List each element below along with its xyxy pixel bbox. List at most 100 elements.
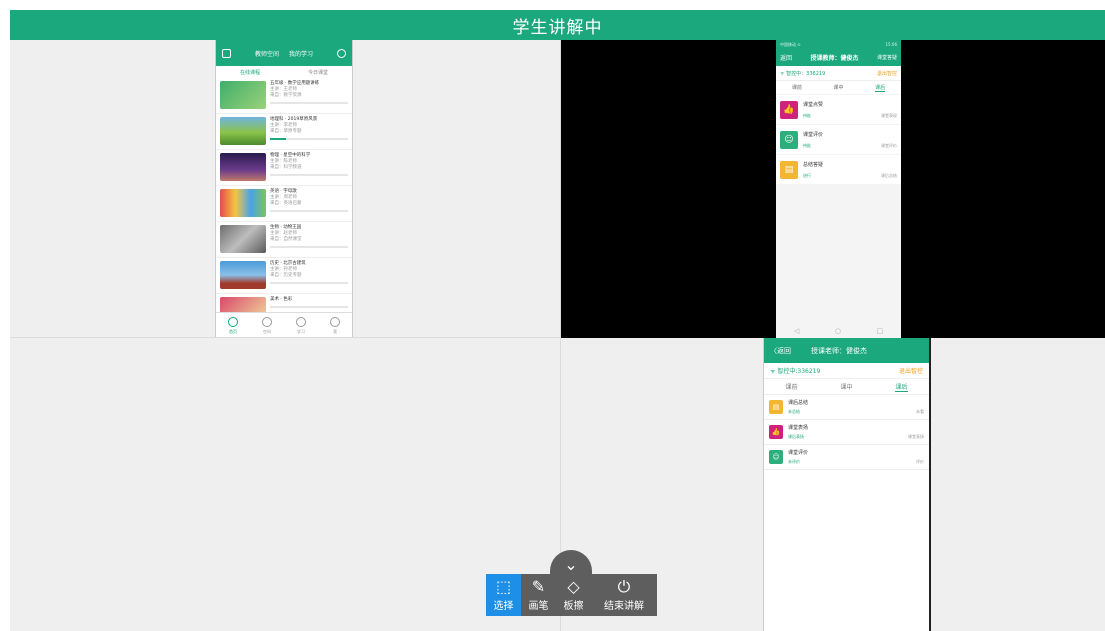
course-source: 来自：历史专题: [270, 273, 302, 278]
course-source: 来自：草原专题: [270, 129, 302, 134]
tool-label: 板擦: [563, 601, 584, 612]
activity-list: 👍 课堂点赞待批 课堂表现 ☺ 课堂评价 待批 课堂评价 ▤ 总结答疑 进行 课后总结: [776, 95, 901, 184]
course-thumbnail: [220, 153, 266, 181]
phone1-bottom-nav: 首页 空间 学习 我: [216, 312, 352, 337]
list-item[interactable]: 地理科 · 2019草原风景 主讲：李老师 来自：草原专题: [216, 114, 352, 150]
back-button[interactable]: 返回: [780, 53, 792, 62]
android-nav: ◁ ○ □: [776, 324, 901, 338]
subtab-today-class[interactable]: 今日课堂: [308, 69, 328, 76]
activity-name: 课堂评价: [788, 450, 809, 456]
tab-before-class[interactable]: 课前: [792, 84, 802, 91]
back-nav-icon[interactable]: ◁: [794, 327, 799, 335]
nav-me[interactable]: 我: [330, 316, 340, 335]
eraser-tool[interactable]: ◇ 板擦: [556, 574, 591, 616]
back-button[interactable]: 〈返回: [770, 346, 791, 356]
phone3-tabs: 课前 课中 课后: [764, 379, 929, 395]
qa-button[interactable]: 课堂答疑: [877, 54, 897, 61]
course-thumbnail: [220, 189, 266, 217]
nav-learn[interactable]: 学习: [296, 316, 306, 335]
status-bar: 中国移动 ⊙ 15:06: [776, 40, 901, 49]
course-progress-bar: [270, 282, 348, 284]
end-explain-icon: ⏻: [617, 577, 631, 596]
eraser-icon: ◇: [567, 577, 580, 596]
exit-control-button[interactable]: 退出智控: [877, 70, 897, 77]
activity-body: 课堂点赞待批 课堂表现: [803, 101, 897, 119]
recent-nav-icon[interactable]: □: [877, 327, 884, 335]
phone-screen-learning: 教师空间 我的学习 在线课程 今日课堂 五年级 · 数学应用题讲练 主讲：王老师来…: [215, 40, 353, 337]
course-progress-bar: [270, 102, 348, 104]
activity-status: 进行: [803, 172, 811, 178]
tool-label: 选择: [493, 601, 514, 612]
activity-status: 待批: [803, 112, 811, 118]
activity-name: 课后总结: [788, 400, 809, 406]
nav-space[interactable]: 空间: [262, 316, 272, 335]
activity-item[interactable]: 👍 课堂点赞待批 课堂表现: [776, 95, 901, 124]
tab-after-class[interactable]: 课后: [875, 84, 886, 92]
student-screen-2[interactable]: 中国移动 ⊙ 15:06 返回 授课教师：健俊杰 课堂答疑 ᯤ 智控中：3362…: [561, 40, 1105, 338]
phone2-tabs: 课前 课中 课后: [776, 80, 901, 94]
list-item[interactable]: 物理 · 星空中的科学 主讲：陈老师 来自：科学频道: [216, 150, 352, 186]
activity-icon: 👍: [780, 100, 798, 119]
book-icon: [296, 316, 306, 327]
activity-item[interactable]: ☺ 课堂评价 待批 课堂评价: [776, 125, 901, 154]
tool-label: 结束讲解: [604, 601, 644, 612]
course-progress-bar: [270, 138, 348, 140]
activity-icon: ☺: [780, 130, 798, 149]
space-icon: [262, 316, 272, 327]
tab-before-class[interactable]: 课前: [785, 382, 797, 391]
activity-status: 待批: [803, 142, 811, 148]
home-nav-icon[interactable]: ○: [835, 327, 841, 335]
scan-icon[interactable]: [222, 48, 231, 58]
activity-body: 课堂评价 未评价 评价: [788, 449, 924, 465]
course-source: 来自：教学资源: [270, 93, 302, 98]
course-thumbnail: [220, 81, 266, 109]
phone-screen-class: 中国移动 ⊙ 15:06 返回 授课教师：健俊杰 课堂答疑 ᯤ 智控中：3362…: [776, 40, 901, 338]
tab-after-class[interactable]: 课后: [895, 382, 908, 392]
list-item[interactable]: 历史 · 北京古建筑 主讲：孙老师 来自：历史专题: [216, 258, 352, 294]
user-icon: [330, 316, 340, 327]
activity-name: 课堂点赞: [803, 101, 824, 108]
list-item[interactable]: 五年级 · 数学应用题讲练 主讲：王老师 来自：教学资源: [216, 78, 352, 114]
end-explain-tool[interactable]: ⏻ 结束讲解: [591, 574, 657, 616]
course-thumbnail: [220, 117, 266, 145]
activity-item[interactable]: 👍 课堂表扬 课后表扬 课堂表扬: [764, 420, 929, 445]
list-item[interactable]: 英语 · 字母歌 主讲：周老师 来自：英语启蒙: [216, 186, 352, 222]
info-icon[interactable]: [337, 48, 346, 58]
activity-note: 未看: [916, 409, 924, 414]
activity-meta: 未总结 未看: [788, 409, 924, 415]
tool-label: 画笔: [528, 601, 549, 612]
activity-meta: 待批 课堂表现: [803, 113, 897, 119]
activity-item[interactable]: ▤ 总结答疑 进行 课后总结: [776, 155, 901, 184]
course-progress-bar: [270, 174, 348, 176]
activity-status: 课后表扬: [788, 434, 804, 439]
course-info: 地理科 · 2019草原风景 主讲：李老师 来自：草原专题: [270, 117, 348, 146]
tab-in-class[interactable]: 课中: [840, 382, 852, 391]
activity-item[interactable]: ▤ 课后总结 未总结 未看: [764, 395, 929, 420]
exit-control-button[interactable]: 退出智控: [899, 366, 923, 375]
activity-meta: 进行 课后总结: [803, 173, 897, 179]
activity-body: 总结答疑 进行 课后总结: [803, 161, 897, 179]
activity-meta: 待批 课堂评价: [803, 143, 897, 149]
nav-home[interactable]: 首页: [228, 316, 238, 335]
tab-in-class[interactable]: 课中: [833, 84, 843, 91]
course-info: 五年级 · 数学应用题讲练 主讲：王老师 来自：教学资源: [270, 81, 348, 110]
select-tool[interactable]: ⬚ 选择: [486, 574, 521, 616]
tab-teacher-space[interactable]: 教师空间: [255, 49, 279, 58]
activity-name: 课堂表扬: [788, 425, 809, 431]
pen-tool[interactable]: ✎ 画笔: [521, 574, 556, 616]
activity-body: 课堂评价 待批 课堂评价: [803, 131, 897, 149]
activity-item[interactable]: ☺ 课堂评价 未评价 评价: [764, 445, 929, 470]
phone-screen-after-class: 〈返回 授课老师：健俊杰 ᯤ 智控中:336219 退出智控 课前 课中 课后 …: [763, 338, 931, 631]
student-screen-1[interactable]: 教师空间 我的学习 在线课程 今日课堂 五年级 · 数学应用题讲练 主讲：王老师来…: [10, 40, 561, 338]
course-source: 来自：科学频道: [270, 165, 302, 170]
list-item[interactable]: 生物 · 动物王国 主讲：赵老师 来自：自然课堂: [216, 222, 352, 258]
student-screen-3[interactable]: [10, 338, 561, 631]
explain-toolbar: ⬚ 选择 ✎ 画笔 ◇ 板擦 ⏻ 结束讲解: [486, 574, 657, 616]
tab-my-learning[interactable]: 我的学习: [289, 49, 313, 58]
activity-body: 课后总结未总结 未看: [788, 399, 924, 415]
select-icon: ⬚: [495, 577, 512, 596]
course-progress-bar: [270, 306, 348, 308]
teacher-title: 授课老师：健俊杰: [811, 346, 867, 355]
course-progress-bar: [270, 210, 348, 212]
subtab-online-course[interactable]: 在线课程: [240, 69, 260, 76]
